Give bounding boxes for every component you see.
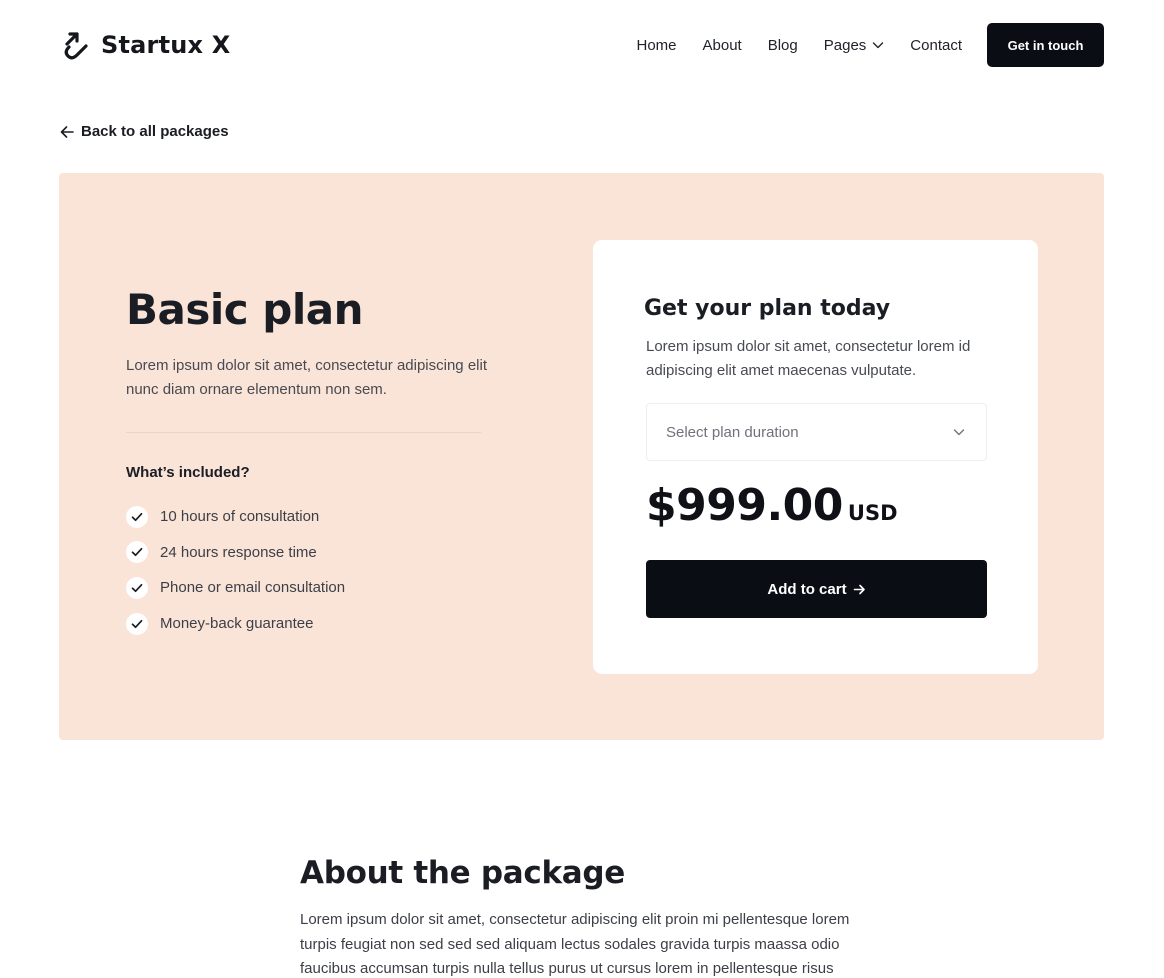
check-badge [126, 505, 148, 528]
main-nav: Home About Blog Pages Contact Get in tou… [637, 23, 1104, 67]
feature-text: Phone or email consultation [160, 579, 346, 597]
startux-logo-icon [64, 32, 88, 60]
feature-item: Money-back guarantee [126, 606, 345, 642]
check-badge [126, 612, 148, 635]
check-badge [126, 576, 148, 599]
nav-about[interactable]: About [703, 37, 742, 54]
brand-logo[interactable]: Startux X [59, 28, 231, 62]
back-link-label: Back to all packages [81, 123, 229, 140]
select-placeholder: Select plan duration [666, 423, 799, 441]
nav-pages[interactable]: Pages [824, 37, 885, 54]
chevron-down-icon [873, 42, 884, 49]
chevron-down-icon [953, 429, 965, 436]
get-in-touch-button[interactable]: Get in touch [987, 23, 1104, 67]
feature-item: Phone or email consultation [126, 570, 345, 606]
about-text: Lorem ipsum dolor sit amet, consectetur … [300, 911, 850, 977]
add-to-cart-button[interactable]: Add to cart [646, 560, 987, 618]
feature-item: 10 hours of consultation [126, 499, 345, 535]
brand-name: Startux X [101, 31, 231, 59]
card-description: Lorem ipsum dolor sit amet, consectetur … [646, 338, 971, 379]
page: Startux X Home About Blog Pages Contact … [0, 0, 1164, 978]
arrow-left-icon [60, 125, 74, 138]
nav-pages-label: Pages [823, 36, 867, 54]
check-badge [126, 541, 148, 564]
feature-text: 10 hours of consultation [160, 508, 320, 526]
check-icon [131, 512, 143, 521]
check-icon [131, 583, 143, 593]
nav-blog[interactable]: Blog [768, 37, 798, 54]
back-to-packages-link[interactable]: Back to all packages [59, 123, 229, 140]
add-to-cart-label: Add to cart [767, 580, 847, 598]
feature-list: 10 hours of consultation 24 hours respon… [126, 499, 345, 641]
about-title: About the package [300, 855, 626, 891]
price-currency: USD [847, 501, 898, 525]
arrow-right-icon [853, 584, 865, 594]
plan-description: Lorem ipsum dolor sit amet, consectetur … [126, 357, 487, 398]
included-title: What’s included? [126, 464, 250, 481]
site-header: Startux X Home About Blog Pages Contact … [59, 22, 1104, 68]
plan-title: Basic plan [126, 285, 363, 334]
feature-text: 24 hours response time [160, 543, 317, 561]
plan-duration-select[interactable]: Select plan duration [646, 403, 987, 461]
nav-contact[interactable]: Contact [910, 37, 962, 54]
feature-text: Money-back guarantee [160, 615, 314, 633]
check-icon [131, 548, 143, 557]
card-title: Get your plan today [644, 296, 891, 321]
feature-item: 24 hours response time [126, 535, 345, 571]
purchase-card: Get your plan today Lorem ipsum dolor si… [593, 240, 1038, 674]
nav-home[interactable]: Home [637, 37, 677, 54]
divider [126, 432, 481, 433]
check-icon [131, 619, 143, 628]
price: $999.00 USD [646, 480, 898, 531]
plan-hero: Basic plan Lorem ipsum dolor sit amet, c… [59, 173, 1104, 740]
price-amount: $999.00 [646, 480, 843, 531]
